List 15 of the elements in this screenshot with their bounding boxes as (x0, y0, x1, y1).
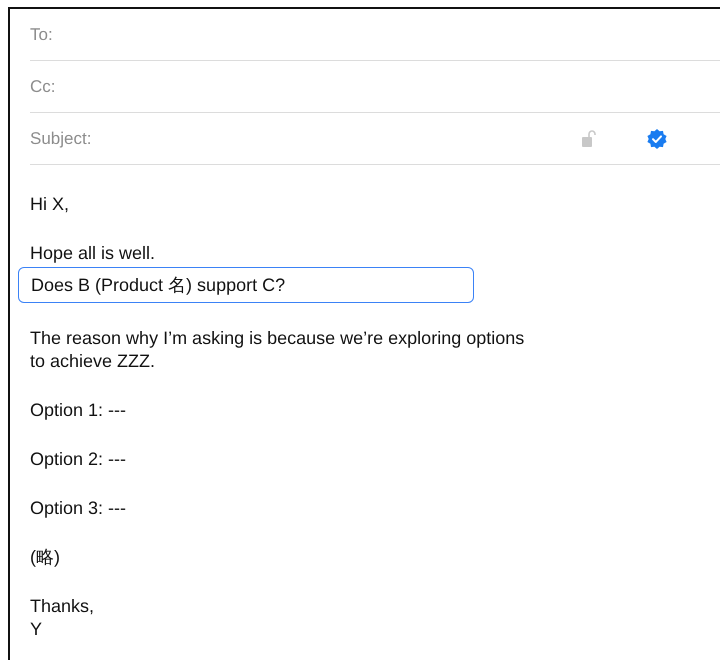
field-label: To: (30, 24, 53, 44)
body-text: Hope all is well. (30, 242, 156, 265)
body-text: to achieve ZZZ. (30, 350, 156, 373)
body-text: Option 1: --- (30, 399, 128, 422)
body-text: Option 3: --- (30, 497, 128, 520)
body-text: Option 2: --- (30, 448, 128, 471)
verified-badge-icon[interactable] (646, 128, 668, 150)
body-text: The reason why I’m asking is because we’re exploring options (30, 327, 526, 350)
highlighted-sentence: Does B (Product 名) support C? (18, 267, 474, 303)
field-label: Cc: (30, 76, 56, 96)
body-text: Y (30, 618, 44, 641)
body-text: (略) (30, 546, 61, 569)
body-text: Hi X, (30, 193, 70, 216)
body-text: Thanks, (30, 595, 96, 618)
field-label: Subject: (30, 128, 92, 148)
